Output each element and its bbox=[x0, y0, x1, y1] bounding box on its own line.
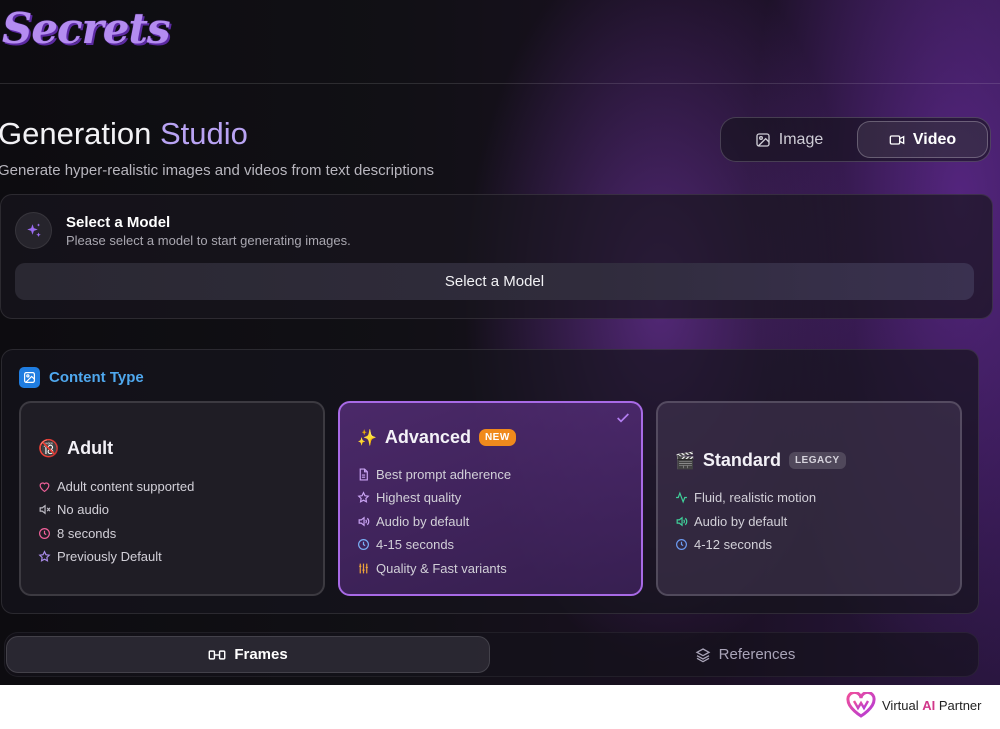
clock-icon bbox=[358, 539, 369, 550]
tab-frames[interactable]: Frames bbox=[6, 636, 490, 673]
option-adult-card[interactable] bbox=[19, 401, 325, 596]
clapper-emoji-icon: 🎬 bbox=[675, 452, 695, 470]
feature-text: 4-12 seconds bbox=[694, 537, 773, 552]
content-type-title: Content Type bbox=[49, 369, 144, 386]
advanced-feature-1: Best prompt adherence bbox=[357, 467, 511, 482]
feature-text: 4-15 seconds bbox=[376, 537, 455, 552]
adult-feature-4: Previously Default bbox=[38, 549, 162, 564]
feature-text: Previously Default bbox=[57, 549, 162, 564]
mode-video-button[interactable]: Video bbox=[857, 121, 988, 158]
app-window: Secrets Generation Studio Generate hyper… bbox=[0, 0, 1000, 685]
feature-text: Best prompt adherence bbox=[376, 467, 512, 482]
adult-emoji-icon: 🔞 bbox=[38, 438, 60, 458]
advanced-feature-4: 4-15 seconds bbox=[357, 537, 454, 552]
feature-text: Audio by default bbox=[376, 514, 470, 529]
option-adult-header: 🔞 Adult bbox=[38, 438, 113, 459]
select-model-button[interactable]: Select a Model bbox=[15, 263, 974, 300]
feature-text: Adult content supported bbox=[57, 479, 195, 494]
brand-prefix: Virtual bbox=[882, 697, 923, 713]
clock-icon bbox=[39, 528, 50, 539]
model-description: Please select a model to start generatin… bbox=[66, 233, 351, 248]
layers-icon bbox=[695, 647, 711, 662]
standard-feature-3: 4-12 seconds bbox=[675, 537, 772, 552]
speaker-icon bbox=[358, 516, 370, 527]
new-badge: NEW bbox=[478, 429, 516, 446]
brand-suffix: Partner bbox=[935, 697, 982, 713]
heart-logo-icon bbox=[846, 692, 876, 718]
activity-icon bbox=[676, 491, 687, 504]
star-icon bbox=[357, 491, 370, 503]
feature-text: No audio bbox=[57, 502, 110, 517]
frames-icon bbox=[208, 649, 226, 660]
sliders-icon bbox=[359, 563, 368, 574]
image-icon bbox=[24, 372, 35, 383]
legacy-badge: LEGACY bbox=[788, 452, 846, 469]
feature-text: Highest quality bbox=[376, 490, 462, 505]
tab-references-label: References bbox=[718, 646, 796, 663]
standard-feature-1: Fluid, realistic motion bbox=[675, 490, 816, 505]
mode-image-label: Image bbox=[778, 130, 824, 148]
feature-text: 8 seconds bbox=[57, 526, 117, 541]
video-icon bbox=[889, 134, 905, 145]
star-icon bbox=[38, 550, 51, 562]
heart-icon bbox=[39, 482, 50, 493]
tab-references[interactable]: References bbox=[500, 636, 990, 673]
option-standard-header: 🎬 Standard LEGACY bbox=[675, 450, 846, 471]
speaker-icon bbox=[676, 516, 688, 527]
advanced-feature-5: Quality & Fast variants bbox=[357, 561, 507, 576]
header-divider bbox=[0, 83, 1000, 84]
page-subtitle: Generate hyper-realistic images and vide… bbox=[0, 162, 435, 179]
advanced-feature-3: Audio by default bbox=[357, 514, 469, 529]
tab-frames-label: Frames bbox=[234, 646, 288, 663]
title-main: Generation bbox=[0, 116, 160, 151]
page-title: Generation Studio bbox=[0, 116, 248, 152]
feature-text: Fluid, realistic motion bbox=[694, 490, 817, 505]
sparkle-emoji-icon: ✨ bbox=[357, 429, 377, 447]
adult-feature-1: Adult content supported bbox=[38, 479, 194, 494]
muted-speaker-icon bbox=[39, 504, 51, 515]
content-type-icon bbox=[19, 367, 40, 388]
model-card bbox=[0, 194, 993, 319]
feature-text: Quality & Fast variants bbox=[376, 561, 507, 576]
logo[interactable]: Secrets bbox=[2, 4, 171, 53]
model-icon-wrap bbox=[15, 212, 52, 249]
sparkles-icon bbox=[26, 223, 41, 237]
advanced-feature-2: Highest quality bbox=[357, 490, 461, 505]
option-advanced-header: ✨ Advanced NEW bbox=[357, 427, 516, 448]
mode-video-label: Video bbox=[912, 130, 957, 148]
clock-icon bbox=[676, 539, 687, 550]
watermark-brand: Virtual AI Partner bbox=[846, 692, 981, 718]
option-standard-name: Standard bbox=[702, 450, 781, 470]
adult-feature-2: No audio bbox=[38, 502, 109, 517]
option-adult-name: Adult bbox=[67, 438, 114, 458]
brand-text: Virtual AI Partner bbox=[882, 698, 981, 713]
mode-image-button[interactable]: Image bbox=[725, 121, 853, 158]
image-icon bbox=[756, 132, 770, 147]
standard-feature-2: Audio by default bbox=[675, 514, 787, 529]
model-title: Select a Model bbox=[66, 214, 171, 231]
adult-feature-3: 8 seconds bbox=[38, 526, 116, 541]
checkmark-icon bbox=[617, 413, 629, 423]
title-accent: Studio bbox=[160, 116, 248, 151]
feature-text: Audio by default bbox=[694, 514, 788, 529]
option-advanced-name: Advanced bbox=[384, 427, 471, 447]
mode-toggle: Image Video bbox=[720, 117, 991, 162]
brand-ai: AI bbox=[922, 697, 936, 713]
document-icon bbox=[359, 468, 368, 481]
